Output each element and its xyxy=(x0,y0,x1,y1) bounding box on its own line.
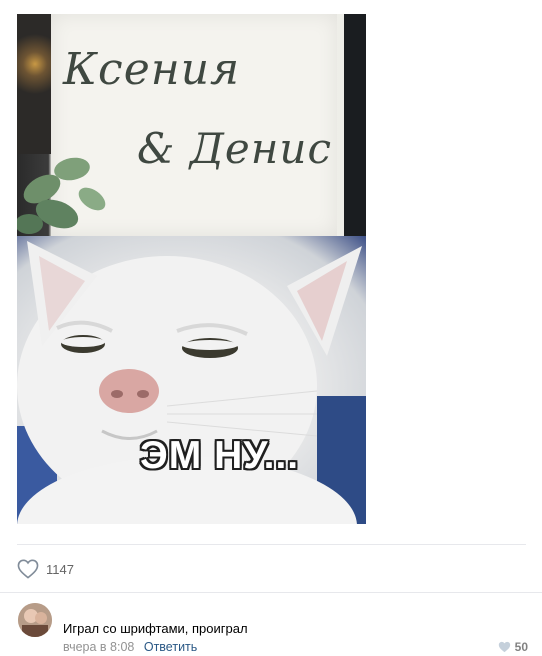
like-count: 1147 xyxy=(46,561,74,577)
heart-icon xyxy=(498,641,510,653)
background-light xyxy=(17,14,51,154)
comment-like-count: 50 xyxy=(514,640,528,654)
divider xyxy=(0,592,542,593)
comment-time: вчера в 8:08 xyxy=(63,640,135,654)
sign-name-line2: & Денис xyxy=(137,124,332,173)
sign-name-line1: Ксения xyxy=(63,44,241,95)
post-image[interactable]: Ксения & Денис ЭМ НУ... xyxy=(17,14,366,524)
comment-like-button[interactable]: 50 xyxy=(498,640,528,654)
comment-text: Играл со шрифтами, проиграл xyxy=(63,621,248,636)
divider xyxy=(17,544,526,545)
meme-caption: ЭМ НУ... xyxy=(140,434,300,477)
reply-button[interactable]: Ответить xyxy=(144,640,197,654)
eucalyptus-leaves xyxy=(17,157,106,234)
wedding-sign-photo: Ксения & Денис xyxy=(17,14,366,236)
post-like-button[interactable]: 1147 xyxy=(17,558,74,580)
heart-icon xyxy=(17,559,39,579)
frame-edge xyxy=(344,14,366,236)
cat-meme-photo xyxy=(17,236,366,524)
cat-illustration xyxy=(17,241,366,524)
comment-meta: вчера в 8:08 Ответить xyxy=(63,640,197,654)
avatar[interactable] xyxy=(18,603,52,637)
